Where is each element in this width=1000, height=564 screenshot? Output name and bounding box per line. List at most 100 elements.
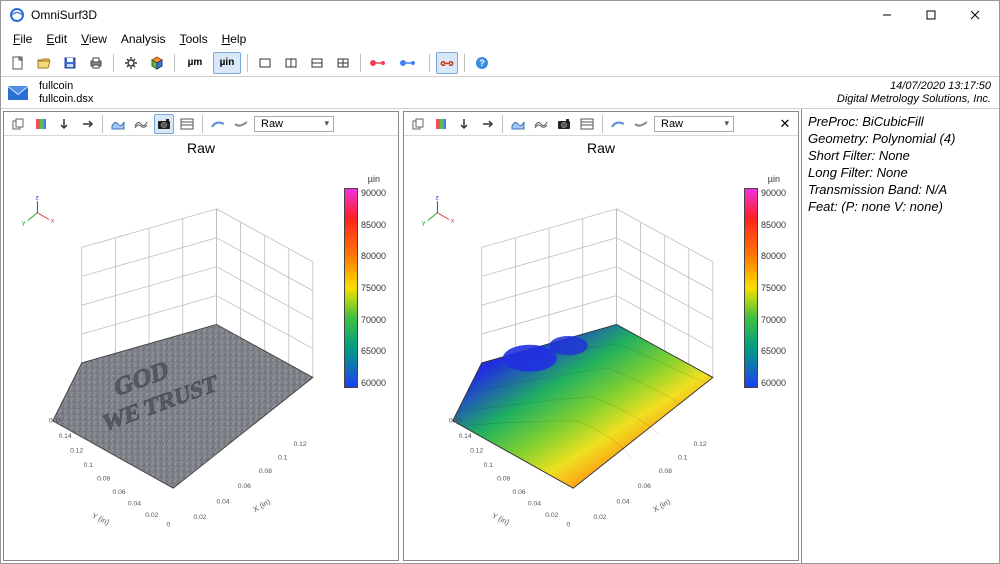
view-toolbar-right: Raw ✕ xyxy=(404,112,798,136)
shade-b-icon[interactable] xyxy=(231,114,251,134)
svg-text:0.12: 0.12 xyxy=(694,441,707,448)
svg-text:0.16: 0.16 xyxy=(449,418,462,425)
copy-icon[interactable] xyxy=(8,114,28,134)
arrow-horiz-icon[interactable] xyxy=(477,114,497,134)
contour-icon[interactable] xyxy=(177,114,197,134)
window-close-button[interactable] xyxy=(953,1,997,29)
content-area: Raw Raw xyxy=(1,109,999,563)
svg-text:x: x xyxy=(451,217,455,224)
svg-text:0.12: 0.12 xyxy=(294,441,307,448)
toolbar-separator xyxy=(429,54,430,72)
dataset-timestamp: 14/07/2020 13:17:50 xyxy=(837,80,991,93)
cube-view-button[interactable] xyxy=(146,52,168,74)
svg-text:0.1: 0.1 xyxy=(278,454,288,461)
unit-uin-button[interactable]: µin xyxy=(213,52,241,74)
menu-tools[interactable]: Tools xyxy=(174,30,214,48)
surface-wire-icon[interactable] xyxy=(531,114,551,134)
view-title-left: Raw xyxy=(4,136,398,156)
svg-text:X (in): X (in) xyxy=(252,497,273,514)
surface-type-dropdown[interactable]: Raw xyxy=(654,116,734,132)
palette-icon[interactable] xyxy=(431,114,451,134)
menu-file[interactable]: File xyxy=(7,30,38,48)
view-close-button[interactable]: ✕ xyxy=(776,115,794,133)
arrow-down-icon[interactable] xyxy=(54,114,74,134)
toolbar-separator xyxy=(360,54,361,72)
svg-text:Y (in): Y (in) xyxy=(90,511,111,527)
app-icon xyxy=(9,7,25,23)
svg-text:0.02: 0.02 xyxy=(545,512,558,519)
surface-wire-icon[interactable] xyxy=(131,114,151,134)
dataset-icon xyxy=(5,81,33,105)
link-views-button[interactable] xyxy=(436,52,458,74)
svg-text:0.08: 0.08 xyxy=(497,476,510,483)
camera-icon[interactable] xyxy=(554,114,574,134)
svg-text:0.1: 0.1 xyxy=(484,462,494,469)
new-file-button[interactable] xyxy=(7,52,29,74)
palette-icon[interactable] xyxy=(31,114,51,134)
layout-3-button[interactable] xyxy=(306,52,328,74)
svg-text:0.08: 0.08 xyxy=(659,468,672,475)
file-info-bar: fullcoin fullcoin.dsx 14/07/2020 13:17:5… xyxy=(1,77,999,109)
menu-view[interactable]: View xyxy=(75,30,113,48)
svg-text:0.06: 0.06 xyxy=(238,483,251,490)
surface-type-dropdown[interactable]: Raw xyxy=(254,116,334,132)
svg-text:0: 0 xyxy=(166,522,170,529)
svg-text:0: 0 xyxy=(566,522,570,529)
svg-text:x: x xyxy=(51,217,55,224)
views-container: Raw Raw xyxy=(1,109,801,563)
svg-text:?: ? xyxy=(479,58,485,68)
unit-um-button[interactable]: µm xyxy=(181,52,209,74)
menu-analysis[interactable]: Analysis xyxy=(115,30,172,48)
svg-text:0.04: 0.04 xyxy=(128,501,141,508)
svg-text:0.16: 0.16 xyxy=(49,418,62,425)
layout-4-button[interactable] xyxy=(332,52,354,74)
svg-text:0.08: 0.08 xyxy=(97,476,110,483)
layout-1-button[interactable] xyxy=(254,52,276,74)
svg-text:0.08: 0.08 xyxy=(259,468,272,475)
shade-a-icon[interactable] xyxy=(608,114,628,134)
toolbar-separator xyxy=(464,54,465,72)
svg-text:y: y xyxy=(422,219,426,226)
contour-icon[interactable] xyxy=(577,114,597,134)
menu-help[interactable]: Help xyxy=(216,30,253,48)
view-title-right: Raw xyxy=(404,136,798,156)
svg-text:0.06: 0.06 xyxy=(113,489,126,496)
window-titlebar: OmniSurf3D xyxy=(1,1,999,29)
menu-edit[interactable]: Edit xyxy=(40,30,73,48)
copy-icon[interactable] xyxy=(408,114,428,134)
info-sidepanel: PreProc: BiCubicFill Geometry: Polynomia… xyxy=(801,109,999,563)
shade-b-icon[interactable] xyxy=(631,114,651,134)
print-button[interactable] xyxy=(85,52,107,74)
svg-text:0.02: 0.02 xyxy=(193,514,206,521)
menubar: File Edit View Analysis Tools Help xyxy=(1,29,999,49)
surface-solid-icon[interactable] xyxy=(108,114,128,134)
camera-icon[interactable] xyxy=(154,114,174,134)
surface-solid-icon[interactable] xyxy=(508,114,528,134)
arrow-down-icon[interactable] xyxy=(454,114,474,134)
shade-a-icon[interactable] xyxy=(208,114,228,134)
layout-2-button[interactable] xyxy=(280,52,302,74)
svg-text:z: z xyxy=(435,194,439,201)
window-minimize-button[interactable] xyxy=(865,1,909,29)
arrow-horiz-icon[interactable] xyxy=(77,114,97,134)
settings-button[interactable] xyxy=(120,52,142,74)
plot-area-left[interactable]: GOD WE TRUST 0.160.140.12 0.10.080.06 0.… xyxy=(8,160,394,556)
svg-text:0.1: 0.1 xyxy=(84,462,94,469)
view-panel-right: Raw ✕ Raw xyxy=(403,111,799,561)
view-toolbar-left: Raw xyxy=(4,112,398,136)
measure-b-button[interactable] xyxy=(397,52,423,74)
main-toolbar: µm µin ? xyxy=(1,49,999,77)
svg-text:0.14: 0.14 xyxy=(59,433,72,440)
window-maximize-button[interactable] xyxy=(909,1,953,29)
save-file-button[interactable] xyxy=(59,52,81,74)
plot-area-right[interactable]: 0.160.140.12 0.10.080.06 0.040.020 0.020… xyxy=(408,160,794,556)
svg-text:0.04: 0.04 xyxy=(528,501,541,508)
help-button[interactable]: ? xyxy=(471,52,493,74)
svg-text:y: y xyxy=(22,219,26,226)
svg-text:0.12: 0.12 xyxy=(70,448,83,455)
dataset-filename: fullcoin.dsx xyxy=(39,93,93,106)
dataset-vendor: Digital Metrology Solutions, Inc. xyxy=(837,93,991,106)
measure-a-button[interactable] xyxy=(367,52,393,74)
open-file-button[interactable] xyxy=(33,52,55,74)
toolbar-separator xyxy=(174,54,175,72)
